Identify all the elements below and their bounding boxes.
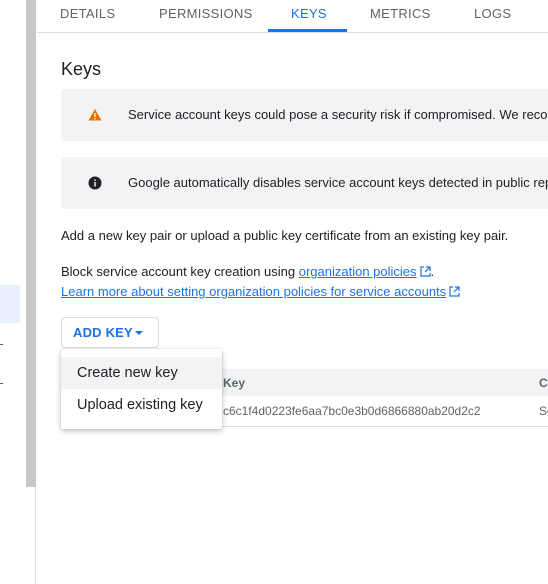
info-banner: Google automatically disables service ac… — [61, 157, 548, 209]
policy-suffix: . — [430, 264, 435, 279]
organization-policies-link[interactable]: organization policies — [299, 264, 417, 279]
menu-item-create-new-key[interactable]: Create new key — [61, 357, 222, 389]
tab-logs[interactable]: LOGS — [474, 0, 511, 33]
created-cell: Se — [539, 404, 548, 418]
key-id-cell: c6c1f4d0223fe6aa7bc0e3b0d6866880ab20d2c2 — [223, 404, 481, 418]
add-key-dropdown-menu: Create new key Upload existing key — [61, 349, 222, 429]
warning-banner-text: Service account keys could pose a securi… — [128, 107, 548, 122]
add-key-button[interactable]: ADD KEY — [61, 317, 159, 348]
add-key-label: ADD KEY — [73, 325, 133, 340]
external-link-icon — [419, 265, 431, 277]
left-panel-marker — [0, 383, 3, 384]
keys-table: Key Cr c6c1f4d0223fe6aa7bc0e3b0d6866880a… — [211, 369, 548, 427]
warning-icon — [88, 108, 102, 122]
policy-text: Block service account key creation using… — [61, 264, 434, 279]
info-icon — [88, 176, 102, 190]
column-header-created: Cr — [539, 376, 548, 390]
left-panel-marker — [0, 344, 3, 345]
policy-prefix: Block service account key creation using — [61, 264, 299, 279]
left-panel-selected-item[interactable] — [0, 285, 20, 323]
tab-bar: DETAILS PERMISSIONS KEYS METRICS LOGS — [37, 0, 548, 33]
info-banner-text: Google automatically disables service ac… — [128, 175, 548, 190]
tab-metrics[interactable]: METRICS — [370, 0, 431, 33]
external-link-icon — [449, 285, 460, 297]
tab-details[interactable]: DETAILS — [60, 0, 115, 33]
chevron-down-icon — [135, 331, 143, 335]
left-panel-scrollbar[interactable] — [26, 0, 36, 487]
column-header-key: Key — [223, 376, 246, 390]
learn-more-line: Learn more about setting organization po… — [61, 284, 460, 299]
warning-banner: Service account keys could pose a securi… — [61, 89, 548, 141]
learn-more-link[interactable]: Learn more about setting organization po… — [61, 284, 446, 299]
tab-permissions[interactable]: PERMISSIONS — [159, 0, 253, 33]
menu-item-upload-existing-key[interactable]: Upload existing key — [61, 389, 222, 421]
section-title: Keys — [61, 59, 102, 79]
intro-text: Add a new key pair or upload a public ke… — [61, 228, 509, 243]
active-tab-indicator — [268, 29, 347, 32]
table-header: Key Cr — [211, 369, 548, 396]
